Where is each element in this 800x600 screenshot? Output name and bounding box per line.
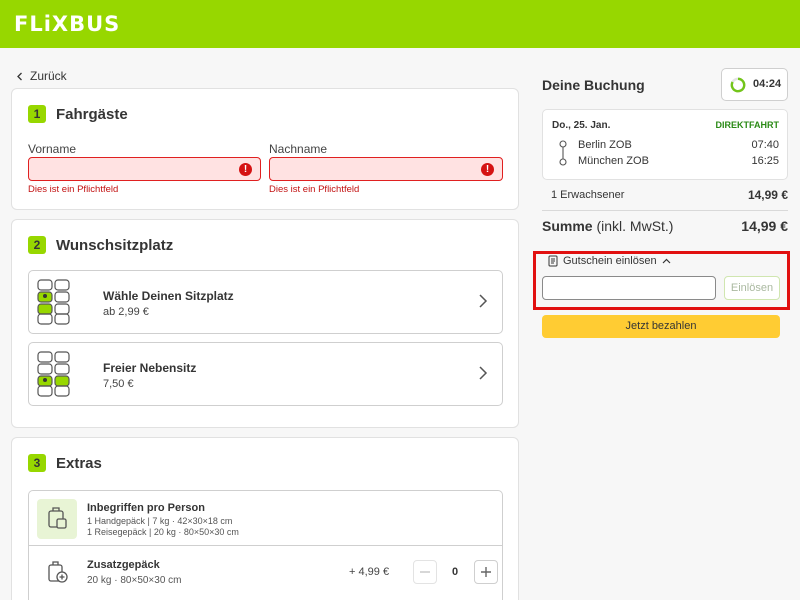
trip-card: Do., 25. Jan. DIREKTFAHRT Berlin ZOB 07:… (542, 109, 788, 180)
error-icon: ! (481, 163, 494, 176)
section-title: Extras (56, 454, 102, 472)
increment-button[interactable] (474, 560, 498, 584)
last-name-error: Dies ist ein Pflichtfeld (269, 184, 360, 195)
included-hand-luggage: 1 Handgepäck | 7 kg · 42×30×18 cm (87, 516, 233, 526)
voucher-label: Gutschein einlösen (563, 255, 657, 267)
extra-luggage-size: 20 kg · 80×50×30 cm (87, 575, 182, 586)
sum-value: 14,99 € (741, 218, 788, 234)
included-luggage-row: Inbegriffen pro Person 1 Handgepäck | 7 … (29, 491, 502, 546)
last-name-label: Nachname (269, 142, 328, 156)
pay-now-button[interactable]: Jetzt bezahlen (542, 315, 780, 338)
first-name-field[interactable]: ! (28, 157, 261, 181)
step-badge: 1 (28, 105, 46, 123)
last-name-field[interactable]: ! (269, 157, 503, 181)
route-line-icon (559, 140, 567, 166)
seat-option-free-neighbour[interactable]: Freier Nebensitz 7,50 € (28, 342, 503, 406)
extras-section: 3 Extras Inbegriffen pro Person 1 Handge… (11, 437, 519, 600)
reservation-timer: 04:24 (721, 68, 788, 101)
passengers-section: 1 Fahrgäste Vorname Nachname ! ! Dies is… (11, 88, 519, 210)
step-badge: 3 (28, 454, 46, 472)
seat-option-price: 7,50 € (103, 378, 134, 390)
sum-title: Summe (542, 218, 593, 234)
extra-luggage-quantity: 0 (452, 566, 459, 578)
decrement-button[interactable] (413, 560, 437, 584)
minus-icon (420, 571, 430, 573)
trip-date: Do., 25. Jan. (552, 120, 611, 131)
included-suitcase: 1 Reisegepäck | 20 kg · 80×50×30 cm (87, 527, 239, 537)
direct-badge: DIREKTFAHRT (715, 120, 780, 130)
seat-section: 2 Wunschsitzplatz Wähle Deinen Sitzplatz… (11, 219, 519, 428)
redeem-voucher-button[interactable]: Einlösen (724, 276, 780, 300)
extras-heading: 3 Extras (28, 454, 102, 472)
voucher-toggle[interactable]: Gutschein einlösen (548, 255, 671, 267)
passenger-line-label: 1 Erwachsener (551, 189, 625, 201)
included-title: Inbegriffen pro Person (87, 502, 205, 514)
seat-map-icon (37, 279, 70, 325)
extra-luggage-title: Zusatzgepäck (87, 559, 160, 571)
chevron-right-icon (479, 366, 488, 380)
booking-title: Deine Buchung (542, 77, 645, 93)
extras-list: Inbegriffen pro Person 1 Handgepäck | 7 … (28, 490, 503, 600)
seat-option-price: ab 2,99 € (103, 306, 149, 318)
seat-option-choose[interactable]: Wähle Deinen Sitzplatz ab 2,99 € (28, 270, 503, 334)
arrival-city: München ZOB (578, 155, 649, 167)
extra-luggage-row: Zusatzgepäck 20 kg · 80×50×30 cm + 4,99 … (29, 546, 502, 600)
plus-icon (481, 567, 491, 577)
chevron-right-icon (479, 294, 488, 308)
extra-luggage-price: + 4,99 € (349, 566, 390, 578)
seat-heading: 2 Wunschsitzplatz (28, 236, 173, 254)
departure-time: 07:40 (751, 139, 779, 151)
step-badge: 2 (28, 236, 46, 254)
departure-city: Berlin ZOB (578, 139, 632, 151)
timer-value: 04:24 (753, 78, 782, 90)
sum-label: Summe (inkl. MwSt.) (542, 218, 673, 234)
chevron-up-icon (662, 258, 670, 264)
flixbus-logo[interactable]: FLiXBUS (14, 12, 120, 36)
luggage-add-icon (48, 561, 68, 583)
passenger-line-price: 14,99 € (747, 188, 788, 202)
seat-option-name: Wähle Deinen Sitzplatz (103, 289, 234, 303)
neighbour-seat-icon (37, 351, 70, 397)
back-link[interactable]: Zurück (16, 69, 67, 83)
voucher-input[interactable] (542, 276, 716, 300)
error-icon: ! (239, 163, 252, 176)
summary-divider (542, 210, 788, 211)
timer-ring-icon (730, 77, 746, 93)
chevron-left-icon (17, 72, 22, 80)
top-bar: FLiXBUS (0, 0, 800, 48)
arrival-time: 16:25 (751, 155, 779, 167)
sum-note: (inkl. MwSt.) (596, 218, 674, 234)
first-name-error: Dies ist ein Pflichtfeld (28, 184, 119, 195)
luggage-icon (37, 499, 77, 539)
passengers-heading: 1 Fahrgäste (28, 105, 128, 123)
section-title: Wunschsitzplatz (56, 236, 174, 254)
first-name-label: Vorname (28, 142, 77, 156)
voucher-icon (548, 255, 558, 267)
seat-option-name: Freier Nebensitz (103, 361, 197, 375)
back-label: Zurück (30, 69, 67, 83)
section-title: Fahrgäste (56, 105, 128, 123)
